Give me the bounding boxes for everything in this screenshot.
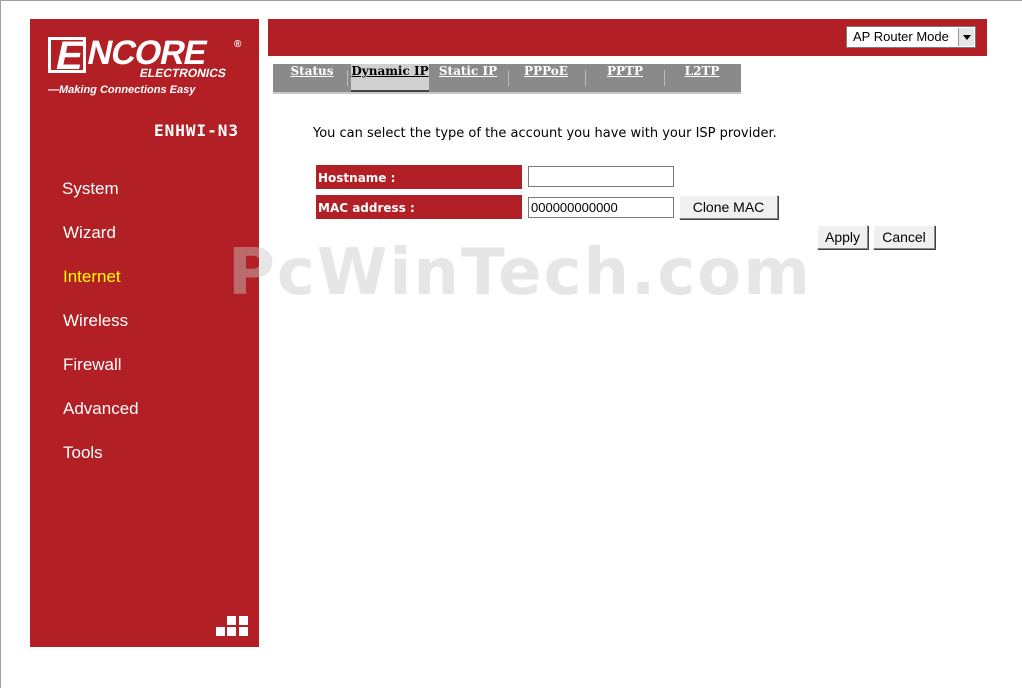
tab-separator xyxy=(508,70,509,86)
clone-mac-button[interactable]: Clone MAC xyxy=(679,195,778,219)
tab-pppoe[interactable]: PPPoE xyxy=(517,64,575,92)
logo-tagline: —Making Connections Easy xyxy=(48,84,196,96)
encore-logo: E NCORE ® ELECTRONICS —Making Connection… xyxy=(48,34,248,97)
logo-subtitle: ELECTRONICS xyxy=(138,66,228,80)
intro-text: You can select the type of the account y… xyxy=(313,126,777,141)
logo-registered-mark: ® xyxy=(234,39,242,50)
window-top-border xyxy=(0,0,1022,1)
sidebar-item-firewall[interactable]: Firewall xyxy=(30,355,259,399)
grid-squares-icon xyxy=(216,616,250,638)
tab-separator xyxy=(347,70,348,86)
mac-address-label: MAC address : xyxy=(316,195,522,219)
mac-address-input[interactable] xyxy=(528,197,674,218)
hostname-input[interactable] xyxy=(528,166,674,187)
sidebar-item-advanced[interactable]: Advanced xyxy=(30,399,259,443)
sidebar-item-internet[interactable]: Internet xyxy=(30,267,259,311)
window-left-border xyxy=(0,0,1,688)
watermark: PcWinTech.com xyxy=(228,236,812,310)
cancel-button[interactable]: Cancel xyxy=(873,225,935,249)
sidebar-item-system[interactable]: System xyxy=(30,179,259,223)
sidebar-item-wizard[interactable]: Wizard xyxy=(30,223,259,267)
hostname-label: Hostname : xyxy=(316,165,522,189)
apply-button[interactable]: Apply xyxy=(817,225,868,249)
tab-l2tp[interactable]: L2TP xyxy=(675,64,729,92)
model-name: ENHWI-N3 xyxy=(153,121,239,140)
tab-status[interactable]: Status xyxy=(283,64,341,92)
sidebar-item-tools[interactable]: Tools xyxy=(30,443,259,487)
sidebar-menu: System Wizard Internet Wireless Firewall… xyxy=(30,179,259,487)
sidebar: E NCORE ® ELECTRONICS —Making Connection… xyxy=(30,19,259,647)
logo-badge: E xyxy=(48,34,88,78)
mode-select-value: AP Router Mode xyxy=(853,29,949,44)
tab-pptp[interactable]: PPTP xyxy=(597,64,653,92)
tab-dynamic-ip[interactable]: Dynamic IP xyxy=(351,64,429,92)
top-header-bar: AP Router Mode xyxy=(268,19,987,56)
internet-tabs: Status Dynamic IP Static IP PPPoE PPTP L… xyxy=(273,64,741,94)
tab-separator xyxy=(664,70,665,86)
tab-separator xyxy=(585,70,586,86)
mode-select[interactable]: AP Router Mode xyxy=(846,26,976,48)
dropdown-arrow-icon[interactable] xyxy=(958,28,974,46)
tab-static-ip[interactable]: Static IP xyxy=(436,64,500,92)
sidebar-item-wireless[interactable]: Wireless xyxy=(30,311,259,355)
